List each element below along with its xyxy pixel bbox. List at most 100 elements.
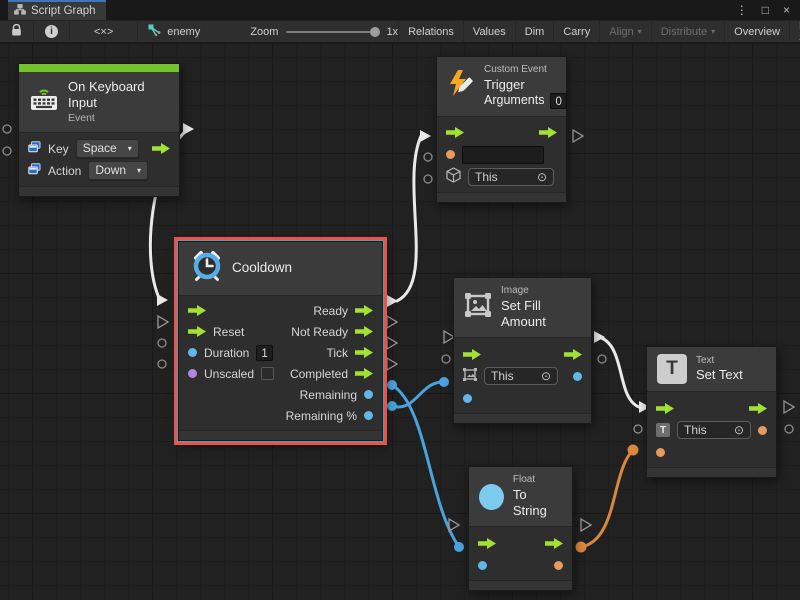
flow-input-port[interactable] [446, 127, 464, 138]
cube-icon [446, 167, 461, 186]
flow-output-port[interactable] [355, 326, 373, 337]
flow-output-port[interactable] [539, 127, 557, 138]
values-label: Values [473, 26, 506, 38]
unscaled-checkbox[interactable] [261, 367, 274, 380]
distribute-button: Distribute▾ [652, 21, 725, 42]
port-row-name [437, 144, 566, 166]
code-icon: <×> [94, 26, 113, 38]
object-picker-icon[interactable]: ⊙ [734, 423, 744, 437]
node-header: Cooldown [179, 242, 382, 296]
node-header: T Text Set Text [647, 347, 776, 392]
overview-button[interactable]: Overview [725, 21, 790, 42]
close-icon[interactable]: × [783, 3, 790, 17]
flow-output-port[interactable] [749, 403, 767, 414]
maximize-icon[interactable]: □ [762, 3, 769, 17]
action-dropdown[interactable]: Down▾ [88, 161, 148, 180]
string-output-port[interactable] [554, 561, 563, 570]
object-picker-icon[interactable]: ⊙ [541, 369, 551, 383]
node-image-set-fill-amount[interactable]: Image Set Fill Amount This ⊙ [453, 277, 592, 424]
flow-output-port[interactable] [355, 368, 373, 379]
flow-input-port[interactable] [463, 349, 481, 360]
node-text-set-text[interactable]: T Text Set Text T This⊙ [646, 346, 777, 478]
flow-input-port[interactable] [188, 305, 206, 316]
float-output-port[interactable] [573, 372, 582, 381]
port-label-duration: Duration [204, 346, 249, 360]
target-dropdown[interactable]: This⊙ [677, 421, 751, 439]
window-controls: ⋮ □ × [736, 0, 800, 20]
float-port-remaining-pct[interactable] [364, 411, 373, 420]
flow-output-port[interactable] [152, 143, 170, 154]
float-port-remaining[interactable] [364, 390, 373, 399]
info-button[interactable]: i [34, 21, 70, 42]
node-header: Custom Event Trigger Arguments 0 [437, 57, 566, 117]
flow-output-port[interactable] [355, 347, 373, 358]
string-output-port[interactable] [758, 426, 767, 435]
string-port[interactable] [446, 150, 455, 159]
wire-cooldown-ready-to-customevent[interactable] [397, 136, 421, 301]
arguments-field[interactable]: 0 [550, 93, 566, 109]
port-row-text-value [647, 441, 776, 463]
port-label-action: Action [48, 164, 81, 178]
flow-input-port[interactable] [656, 403, 674, 414]
float-port-duration[interactable] [188, 348, 197, 357]
lock-button[interactable] [0, 21, 34, 42]
node-float-to-string[interactable]: Float To String [468, 466, 573, 591]
dim-button[interactable]: Dim [516, 21, 555, 42]
node-category: Float [513, 474, 562, 487]
image-icon [464, 292, 492, 323]
align-label: Align [609, 26, 633, 38]
tab-bar: Script Graph ⋮ □ × [0, 0, 800, 20]
flow-output-port[interactable] [355, 305, 373, 316]
node-header: Image Set Fill Amount [454, 278, 591, 338]
code-view-button[interactable]: <×> [70, 21, 138, 42]
zoom-slider[interactable] [286, 31, 378, 33]
graph-icon [14, 4, 26, 18]
values-button[interactable]: Values [464, 21, 516, 42]
flow-output-port[interactable] [564, 349, 582, 360]
key-dropdown[interactable]: Space▾ [76, 139, 139, 158]
node-on-keyboard-input[interactable]: On Keyboard Input Event Key Space▾ Actio… [18, 63, 180, 197]
align-button: Align▾ [600, 21, 651, 42]
flow-output-port[interactable] [545, 538, 563, 549]
port-label-remaining: Remaining [300, 388, 357, 402]
target-dropdown[interactable]: This ⊙ [484, 367, 558, 385]
wire-tostring-to-settext[interactable] [581, 450, 633, 547]
node-footer [179, 430, 382, 440]
flow-row [647, 397, 776, 419]
relations-button[interactable]: Relations [399, 21, 464, 42]
port-label-ready: Ready [313, 304, 348, 318]
event-name-field[interactable] [462, 146, 544, 164]
tab-script-graph[interactable]: Script Graph [8, 0, 106, 20]
graph-breadcrumb[interactable]: enemy [138, 24, 210, 39]
flow-input-port[interactable] [478, 538, 496, 549]
target-dropdown[interactable]: This ⊙ [468, 168, 554, 186]
row-unscaled-completed: Unscaled Completed [179, 363, 382, 384]
target-value: This [475, 170, 498, 184]
wire-remaining-pct-to-image[interactable] [392, 382, 444, 407]
node-header: Float To String [469, 467, 572, 527]
node-footer [647, 467, 776, 477]
flow-input-port-reset[interactable] [188, 326, 206, 337]
object-picker-icon[interactable]: ⊙ [537, 170, 547, 184]
target-value: This [491, 369, 514, 383]
overview-label: Overview [734, 26, 780, 38]
string-input-port[interactable] [656, 448, 665, 457]
tab-title: Script Graph [31, 5, 96, 17]
menu-icon[interactable]: ⋮ [736, 3, 748, 17]
graph-canvas[interactable]: On Keyboard Input Event Key Space▾ Actio… [0, 44, 800, 600]
carry-button[interactable]: Carry [554, 21, 600, 42]
full-screen-button[interactable]: Full Screen [790, 21, 800, 42]
zoom-slider-handle[interactable] [370, 27, 380, 37]
node-title: To String [513, 487, 562, 520]
wire-image-to-settext[interactable] [599, 337, 639, 407]
node-header: On Keyboard Input Event [19, 72, 179, 133]
node-cooldown[interactable]: Cooldown Ready Reset Not Ready Duration … [178, 241, 383, 441]
arguments-label: Arguments [484, 93, 544, 109]
info-icon: i [45, 25, 58, 38]
duration-field[interactable]: 1 [256, 345, 272, 361]
float-input-port[interactable] [463, 394, 472, 403]
float-input-port[interactable] [478, 561, 487, 570]
port-label-notready: Not Ready [291, 325, 348, 339]
bool-port-unscaled[interactable] [188, 369, 197, 378]
node-custom-event-trigger[interactable]: Custom Event Trigger Arguments 0 [436, 56, 567, 203]
